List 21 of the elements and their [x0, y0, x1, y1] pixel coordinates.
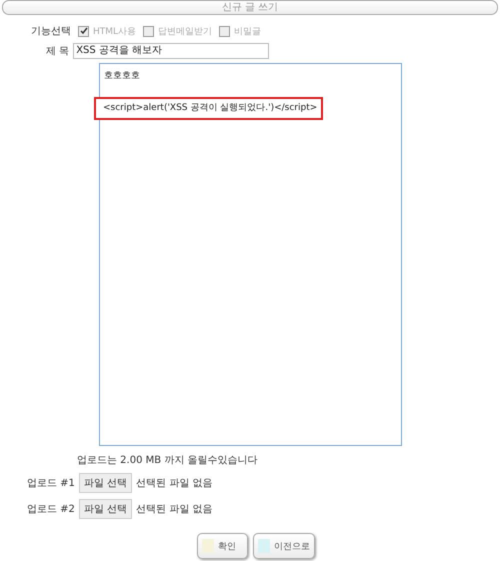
upload-label: 업로드 #1: [27, 477, 75, 490]
form-title-bar: 신규 글 쓰기: [2, 0, 498, 15]
text-line: 호호호호: [104, 70, 140, 83]
upload-label: 업로드 #2: [27, 503, 75, 516]
subject-label: 제 목: [46, 45, 70, 58]
checkbox[interactable]: [143, 26, 154, 36]
text-line: <script>alert('XSS 공격이 실행되었다.')</script>: [103, 102, 318, 115]
checkbox-label: 비밀글: [234, 26, 262, 38]
file-status: 선택된 파일 없음: [136, 503, 212, 516]
file-status: 선택된 파일 없음: [136, 477, 212, 490]
checkbox-label: HTML사용: [93, 26, 136, 38]
checkbox-label: 답변메일받기: [158, 26, 212, 38]
upload-note: 업로드는 2.00 MB 까지 올릴수있습니다: [77, 454, 258, 467]
checkbox[interactable]: [219, 26, 230, 36]
form-button[interactable]: 이전으로: [253, 533, 315, 559]
subject-field[interactable]: XSS 공격을 해보자: [73, 43, 270, 59]
choose-file-button[interactable]: 파일 선택: [78, 473, 132, 493]
feature-label: 기능선택: [31, 25, 71, 38]
form-button[interactable]: 확인: [197, 533, 248, 559]
checkbox[interactable]: [78, 26, 89, 36]
choose-file-button[interactable]: 파일 선택: [78, 499, 132, 519]
